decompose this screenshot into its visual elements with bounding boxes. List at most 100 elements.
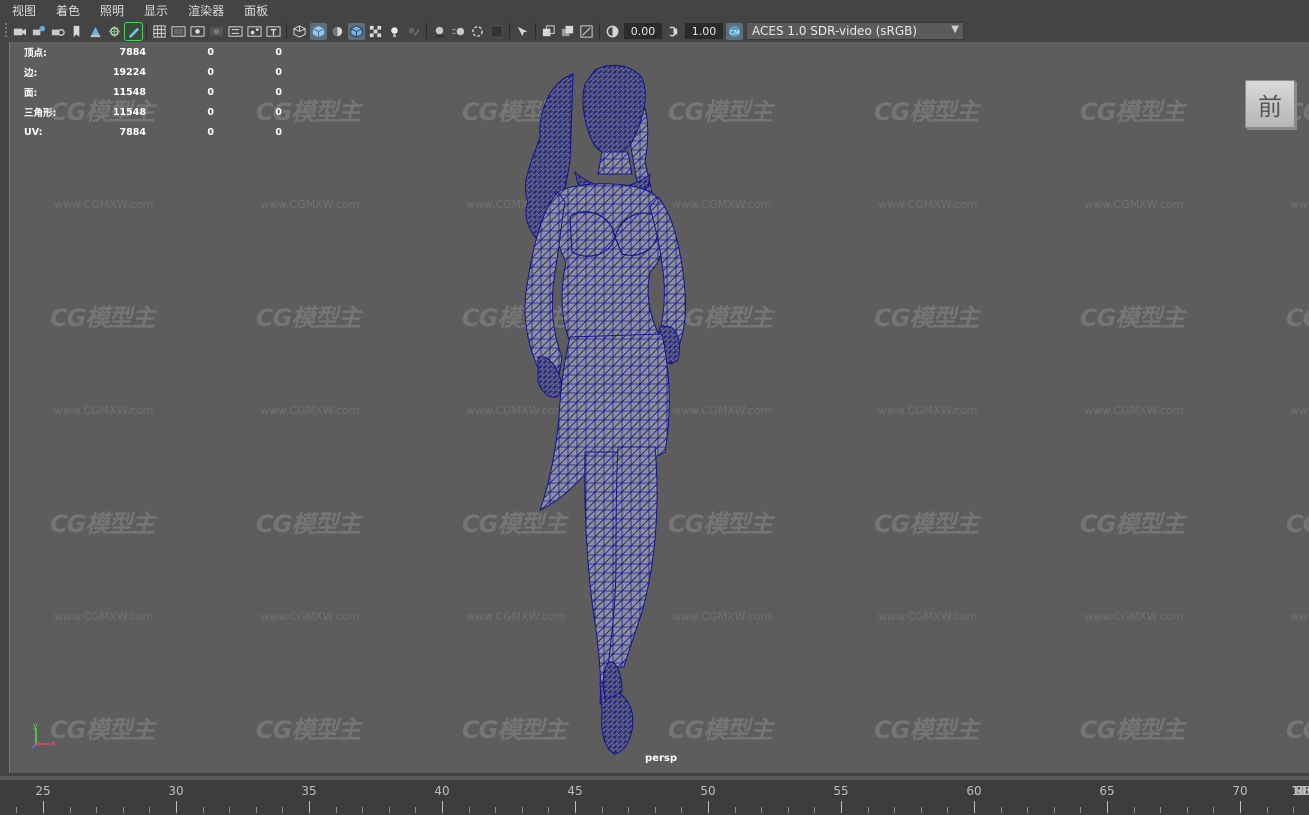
- menu-renderer[interactable]: 渲染器: [184, 2, 228, 19]
- timeline-tick: [229, 807, 231, 813]
- timeline-tick: [814, 807, 816, 813]
- timeline-tick: [1053, 807, 1055, 813]
- timeline-tick: [628, 807, 630, 813]
- grease-pencil-icon[interactable]: [124, 21, 143, 41]
- hud-value: 11548: [112, 106, 146, 118]
- default-material-icon[interactable]: [329, 23, 346, 40]
- menu-lighting[interactable]: 照明: [96, 2, 128, 19]
- safe-title-icon[interactable]: [265, 23, 282, 40]
- backface-icon[interactable]: [578, 23, 595, 40]
- axis-gizmo-icon: y x: [31, 721, 56, 749]
- two-d-pan-icon[interactable]: [106, 23, 123, 40]
- smooth-shade-icon[interactable]: [310, 22, 327, 40]
- timeline-tick: [468, 807, 470, 813]
- wireframe-icon[interactable]: [291, 23, 308, 40]
- wireframe-on-shaded-icon[interactable]: [348, 22, 365, 40]
- timeline-tick: [601, 807, 603, 813]
- color-space-value: ACES 1.0 SDR-video (sRGB): [752, 24, 918, 38]
- character-wireframe-mesh[interactable]: [10, 42, 1309, 773]
- timeline-tick: [654, 807, 656, 813]
- safe-action-icon[interactable]: [246, 23, 263, 40]
- hud-value: 0: [207, 126, 214, 138]
- hud-value: 0: [275, 106, 282, 118]
- menu-panels[interactable]: 面板: [240, 2, 272, 19]
- timeline-tick: [495, 807, 497, 813]
- timeline-frame-label: 45: [567, 784, 583, 798]
- camera-select-icon[interactable]: [11, 23, 28, 40]
- exposure-field[interactable]: 0.00: [624, 23, 662, 39]
- timeline-tick: [1107, 801, 1108, 813]
- timeline-tick: [681, 807, 683, 813]
- timeline-tick: [1186, 807, 1188, 813]
- hud-value: 7884: [119, 46, 146, 58]
- timeline-frame-label: 1: [1299, 784, 1307, 798]
- timeline-frame-label: 65: [1099, 784, 1115, 798]
- timeline-frame-label: 35: [301, 784, 317, 798]
- hud-value: 11548: [112, 86, 146, 98]
- resolution-gate-icon[interactable]: [189, 23, 206, 40]
- timeline-tick: [575, 801, 576, 813]
- gamma-field[interactable]: 1.00: [685, 23, 723, 39]
- timeline-tick: [176, 801, 177, 813]
- persp-viewport[interactable]: CG模型主 CG模型主 CG模型主 CG模型主 CG模型主 CG模型主 CG模型主 CG模型主…: [10, 42, 1309, 773]
- timeline-tick: [841, 801, 842, 813]
- gamma-icon[interactable]: [665, 23, 682, 40]
- xray-joints-icon[interactable]: [559, 23, 576, 40]
- color-space-dropdown[interactable]: ACES 1.0 SDR-video (sRGB) ▼: [746, 22, 964, 40]
- menu-bar: 视图 着色 照明 显示 渲染器 面板: [0, 0, 1309, 20]
- timeline-tick: [734, 807, 736, 813]
- time-slider[interactable]: 2530354045505560657075808590951001051101…: [0, 776, 1309, 815]
- timeline-tick: [867, 807, 869, 813]
- depth-of-field-icon[interactable]: [488, 23, 505, 40]
- camera-attributes-icon[interactable]: [30, 23, 47, 40]
- field-chart-icon[interactable]: [227, 23, 244, 40]
- menu-shading[interactable]: 着色: [52, 2, 84, 19]
- bookmark-icon[interactable]: [68, 23, 85, 40]
- hud-label: 三角形:: [24, 108, 57, 119]
- hud-value: 0: [275, 46, 282, 58]
- timeline-tick: [1027, 807, 1029, 813]
- motion-blur-icon[interactable]: [450, 23, 467, 40]
- gate-mask-icon[interactable]: [208, 23, 225, 40]
- lights-icon[interactable]: [386, 23, 403, 40]
- hud-value: 7884: [119, 126, 146, 138]
- screen-space-ao-icon[interactable]: [431, 23, 448, 40]
- menu-view[interactable]: 视图: [8, 2, 40, 19]
- isolate-select-icon[interactable]: [514, 23, 531, 40]
- timeline-frame-label: 40: [434, 784, 450, 798]
- hud-label: 顶点:: [24, 48, 47, 59]
- anti-aliasing-icon[interactable]: [469, 23, 486, 40]
- hud-row-edges: 边: 19224 0 0: [24, 62, 282, 82]
- svg-text:CM: CM: [729, 28, 740, 36]
- timeline-tick: [1160, 807, 1162, 813]
- hud-value: 0: [275, 66, 282, 78]
- axis-x-label: x: [51, 739, 56, 748]
- timeline-tick: [69, 807, 71, 813]
- timeline-frame-label: 55: [833, 784, 849, 798]
- camera-lock-icon[interactable]: [49, 23, 66, 40]
- timeline-frame-label: 70: [1232, 784, 1248, 798]
- hud-row-faces: 面: 11548 0 0: [24, 82, 282, 102]
- exposure-icon[interactable]: [604, 23, 621, 40]
- grid-icon[interactable]: [151, 23, 168, 40]
- view-cube-front[interactable]: 前: [1245, 80, 1295, 128]
- hud-row-triangles: 三角形: 11548 0 0: [24, 102, 282, 122]
- film-gate-icon[interactable]: [170, 23, 187, 40]
- timeline-tick: [335, 807, 337, 813]
- color-management-icon[interactable]: CM: [726, 22, 743, 40]
- hud-value: 0: [275, 126, 282, 138]
- shadows-icon[interactable]: [405, 23, 422, 40]
- textured-icon[interactable]: [367, 23, 384, 40]
- hud-label: 面:: [24, 88, 38, 99]
- axis-y-label: y: [33, 721, 38, 730]
- panel-toolbar: 0.00 1.00 CM ACES 1.0 SDR-video (sRGB) ▼: [0, 20, 1309, 42]
- timeline-tick: [1293, 807, 1295, 813]
- menu-show[interactable]: 显示: [140, 2, 172, 19]
- xray-icon[interactable]: [540, 23, 557, 40]
- toolbar-grip[interactable]: [5, 23, 7, 39]
- timeline-frame-label: 30: [168, 784, 184, 798]
- timeline-tick: [548, 807, 550, 813]
- image-plane-icon[interactable]: [87, 23, 104, 40]
- poly-count-hud: 顶点: 7884 0 0 边: 19224 0 0 面: 11548 0 0 三角形: 11548 0…: [24, 42, 282, 142]
- timeline-tick: [43, 801, 44, 813]
